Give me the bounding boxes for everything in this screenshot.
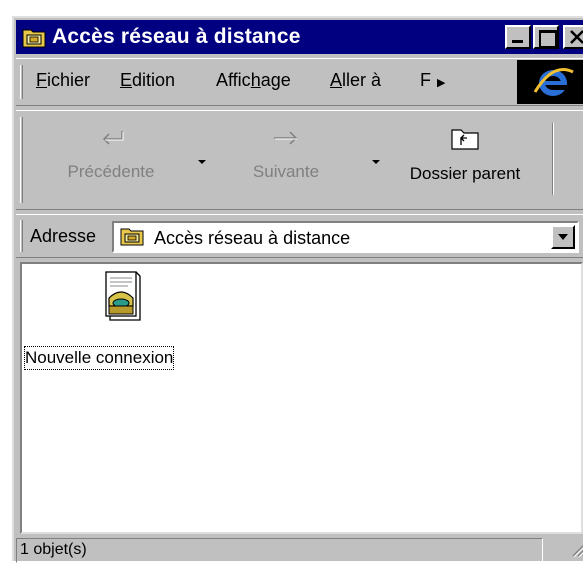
minimize-button[interactable] (505, 25, 531, 49)
explorer-window: Accès réseau à distance Fichier Edition … (12, 16, 583, 563)
address-bar: Adresse Accès réseau à distance (16, 214, 583, 258)
title-bar[interactable]: Accès réseau à distance (16, 20, 583, 54)
dialup-folder-icon (22, 26, 46, 48)
menu-grip[interactable] (20, 65, 23, 99)
menu-bar: Fichier Edition Affichage Aller à F ▶ (16, 58, 583, 106)
forward-arrow-icon (274, 131, 298, 145)
menu-edition[interactable]: Edition (120, 70, 175, 91)
address-value: Accès réseau à distance (154, 228, 351, 248)
close-button[interactable] (563, 25, 583, 49)
forward-button[interactable]: Suivante (236, 127, 336, 182)
up-folder-button[interactable]: Dossier parent (392, 127, 538, 184)
menu-aller-a[interactable]: Aller à (330, 70, 381, 91)
status-text: 1 objet(s) (16, 538, 543, 563)
address-field[interactable]: Accès réseau à distance (112, 221, 579, 253)
close-icon (570, 30, 583, 44)
make-new-connection-icon (100, 268, 144, 333)
status-bar: 1 objet(s) (16, 538, 583, 563)
menu-favoris[interactable]: F ▶ (420, 70, 445, 91)
back-button[interactable]: Précédente (56, 127, 166, 182)
toolbar: Précédente Suivante Dossier parent (16, 110, 583, 210)
dialup-folder-icon (120, 226, 144, 251)
list-item-label: Nouvelle connexion (24, 346, 175, 370)
address-label: Adresse (30, 226, 97, 246)
forward-dropdown-arrow[interactable] (372, 160, 380, 164)
up-folder-icon (451, 129, 479, 150)
back-label: Précédente (67, 162, 155, 181)
address-grip[interactable] (20, 220, 23, 252)
menu-fichier[interactable]: Fichier (36, 70, 90, 91)
maximize-button[interactable] (533, 25, 559, 49)
chevron-right-icon[interactable]: ▶ (437, 77, 445, 89)
forward-label: Suivante (252, 162, 320, 181)
back-arrow-icon (102, 131, 124, 145)
up-folder-label: Dossier parent (409, 164, 521, 183)
folder-view[interactable]: Nouvelle connexion (20, 262, 583, 534)
resize-grip-icon[interactable] (569, 540, 583, 563)
toolbar-separator (552, 123, 554, 195)
toolbar-grip[interactable] (20, 117, 23, 203)
address-dropdown-button[interactable] (551, 225, 575, 249)
menu-affichage[interactable]: Affichage (216, 70, 291, 91)
back-dropdown-arrow[interactable] (198, 160, 206, 164)
internet-explorer-icon (517, 60, 583, 104)
window-title: Accès réseau à distance (52, 25, 301, 48)
